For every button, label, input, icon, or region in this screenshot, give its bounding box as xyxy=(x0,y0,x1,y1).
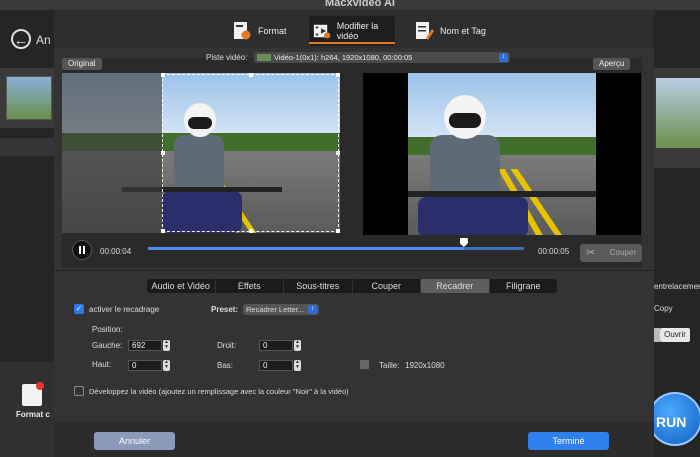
done-button[interactable]: Terminé xyxy=(528,432,609,450)
background-format-label: Format c xyxy=(16,410,50,419)
subtab-effects[interactable]: Effets xyxy=(216,279,284,293)
position-label: Position: xyxy=(92,325,123,334)
total-time: 00:00:05 xyxy=(538,247,570,256)
right-stepper[interactable]: ▲ ▼ xyxy=(294,340,301,351)
bottom-label: Bas: xyxy=(217,361,234,370)
chevron-updown-icon: ↕ xyxy=(499,53,508,62)
preset-label: Preset: xyxy=(211,305,239,314)
preset-select[interactable]: Recadrer Letter... ↕ xyxy=(243,304,319,315)
crop-handle[interactable] xyxy=(161,151,165,155)
preview-label: Aperçu xyxy=(593,58,631,70)
crop-handle[interactable] xyxy=(249,73,253,77)
background-deinterlace-label: entrelacement xyxy=(654,282,700,291)
video-track-label: Piste vidéo: xyxy=(206,53,248,62)
background-title-fragment: An xyxy=(36,33,51,47)
top-input[interactable]: 0 xyxy=(128,360,162,371)
tab-format[interactable]: Format xyxy=(232,16,287,46)
enable-crop-checkbox[interactable]: ✓ xyxy=(74,304,84,314)
active-tab-indicator xyxy=(309,42,395,44)
crop-handle[interactable] xyxy=(336,229,340,233)
rename-icon xyxy=(416,22,434,40)
enable-crop-label: activer le recadrage xyxy=(89,305,160,314)
divider xyxy=(54,270,654,271)
video-track-select[interactable]: Vidéo-1(0x1): h264, 1920x1080, 00:00:05 … xyxy=(254,52,510,63)
tab-name-tag-label: Nom et Tag xyxy=(440,26,486,36)
background-bar xyxy=(0,138,54,156)
subtab-crop[interactable]: Recadrer xyxy=(421,279,490,293)
right-label: Droit: xyxy=(217,341,237,350)
chevron-updown-icon: ↕ xyxy=(308,305,317,314)
scissors-icon: ✂ xyxy=(586,247,596,259)
cut-button[interactable]: ✂ Couper xyxy=(580,244,642,262)
background-video-thumbnail[interactable] xyxy=(6,76,52,120)
background-copy-label: Copy xyxy=(654,304,673,313)
pause-button[interactable] xyxy=(72,240,92,260)
edit-subtabs: Audio et Vidéo Effets Sous-titres Couper… xyxy=(147,279,557,293)
preset-value: Recadrer Letter... xyxy=(246,305,304,314)
background-right-thumbnail xyxy=(656,78,700,148)
expand-video-checkbox[interactable] xyxy=(74,386,84,396)
subtab-watermark[interactable]: Filigrane xyxy=(490,279,558,293)
tab-format-label: Format xyxy=(258,26,287,36)
right-input[interactable]: 0 xyxy=(259,340,293,351)
preview-video-image xyxy=(408,73,596,235)
cut-button-label: Couper xyxy=(609,248,636,257)
tab-name-tag[interactable]: Nom et Tag xyxy=(414,16,486,46)
subtab-cut[interactable]: Couper xyxy=(353,279,421,293)
subtab-subtitles[interactable]: Sous-titres xyxy=(284,279,353,293)
crop-dimmed-region xyxy=(62,73,162,233)
track-thumbnail-icon xyxy=(257,54,271,61)
left-input[interactable]: 692 xyxy=(128,340,162,351)
left-label: Gauche: xyxy=(92,341,123,350)
bottom-input[interactable]: 0 xyxy=(259,360,293,371)
subtab-audio-video[interactable]: Audio et Vidéo xyxy=(147,279,216,293)
seek-progress xyxy=(148,247,464,250)
size-label: Taille: xyxy=(379,361,400,370)
run-label: RUN xyxy=(656,414,687,430)
size-value: 1920x1080 xyxy=(405,361,445,370)
tab-edit-video-label: Modifier la vidéo xyxy=(336,21,379,41)
video-track-value: Vidéo-1(0x1): h264, 1920x1080, 00:00:05 xyxy=(274,53,413,62)
original-label: Original xyxy=(62,58,102,70)
current-time: 00:00:04 xyxy=(100,247,132,256)
crop-handle[interactable] xyxy=(336,151,340,155)
format-badge-icon xyxy=(36,382,44,390)
app-title: Macxvideo AI xyxy=(325,0,395,9)
background-open-button[interactable]: Ouvrir xyxy=(660,328,690,342)
crop-handle[interactable] xyxy=(336,73,340,77)
top-stepper[interactable]: ▲ ▼ xyxy=(163,360,170,371)
top-label: Haut: xyxy=(92,360,112,369)
crop-selection-box[interactable] xyxy=(161,73,340,233)
aspect-lock-icon[interactable] xyxy=(360,360,369,369)
left-stepper[interactable]: ▲ ▼ xyxy=(163,340,170,351)
cancel-button[interactable]: Annuler xyxy=(94,432,175,450)
crop-handle[interactable] xyxy=(161,229,165,233)
film-edit-icon xyxy=(313,24,331,39)
crop-handle[interactable] xyxy=(249,229,253,233)
expand-video-label: Développez la vidéo (ajoutez un rempliss… xyxy=(89,387,349,396)
back-arrow-icon[interactable]: ← xyxy=(11,29,31,49)
bottom-stepper[interactable]: ▲ ▼ xyxy=(294,360,301,371)
format-icon xyxy=(234,22,251,40)
crop-handle[interactable] xyxy=(161,73,165,77)
